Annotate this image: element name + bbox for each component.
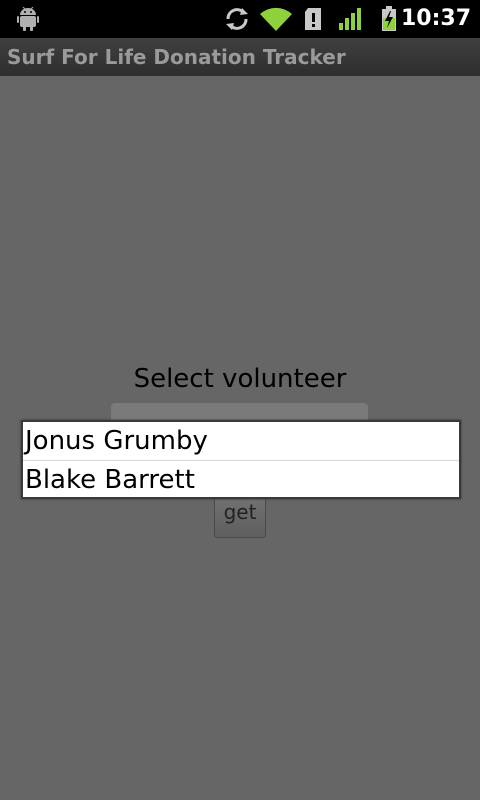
battery-charging-icon: [376, 0, 402, 38]
status-clock: 10:37: [400, 6, 471, 31]
signal-icon: [336, 0, 366, 38]
select-volunteer-label: Select volunteer: [133, 364, 347, 394]
sd-card-warning-icon: [300, 0, 326, 38]
dropdown-item-jonus-grumby[interactable]: Jonus Grumby: [23, 422, 459, 460]
dropdown-item-blake-barrett[interactable]: Blake Barrett: [23, 460, 459, 499]
app-title-bar: Surf For Life Donation Tracker: [0, 38, 480, 76]
status-bar: 10:37: [0, 0, 480, 38]
app-title: Surf For Life Donation Tracker: [7, 45, 346, 69]
wifi-icon: [258, 0, 294, 38]
sync-icon: [222, 0, 252, 38]
android-icon: [14, 0, 42, 38]
volunteer-dropdown-list: Jonus Grumby Blake Barrett: [21, 420, 461, 499]
